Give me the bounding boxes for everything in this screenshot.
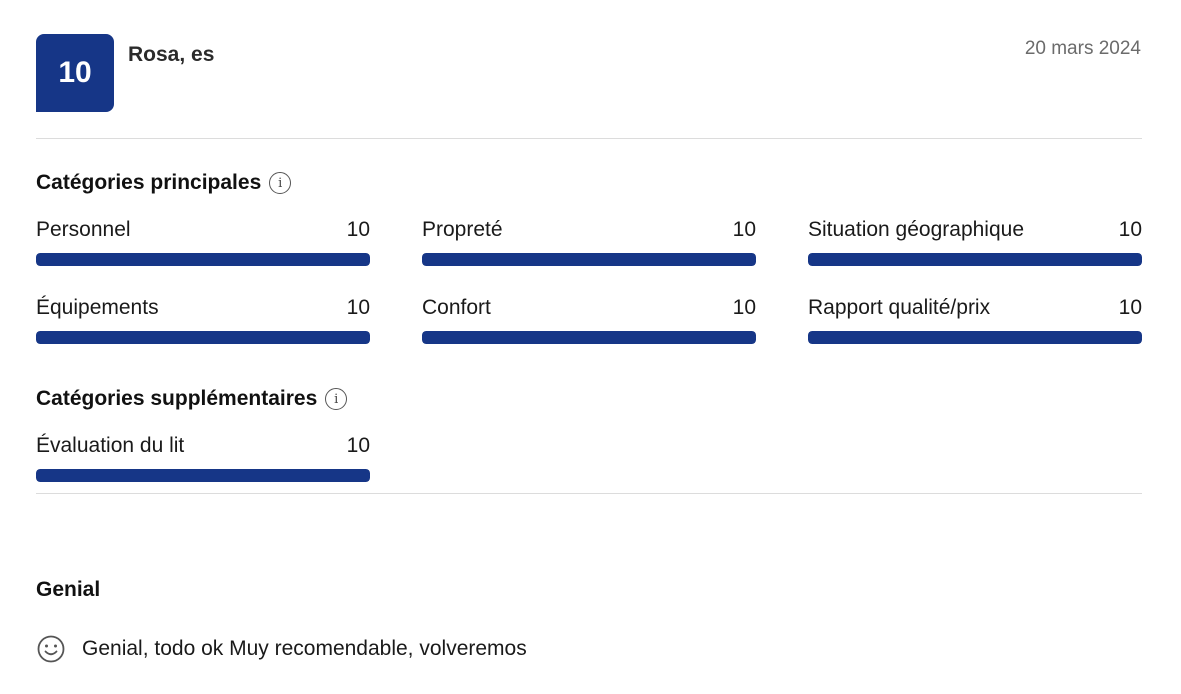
score-bar: [36, 331, 370, 344]
score-bar-fill: [808, 253, 1142, 266]
review-date: 20 mars 2024: [1024, 38, 1141, 59]
score-bar-fill: [422, 331, 756, 344]
main-categories-heading: Catégories principales i: [36, 171, 292, 195]
score-bar: [808, 253, 1142, 266]
category-proprete: Propreté 10: [422, 217, 756, 266]
category-rapport-qualite-prix: Rapport qualité/prix 10: [808, 295, 1142, 344]
score-bar-fill: [422, 253, 756, 266]
header-divider: [36, 138, 1142, 139]
category-score: 10: [732, 218, 756, 241]
score-bar-fill: [808, 331, 1142, 344]
score-bar: [36, 469, 370, 482]
category-score: 10: [346, 434, 370, 457]
category-label: Évaluation du lit: [36, 434, 185, 457]
category-score: 10: [346, 218, 370, 241]
score-bar-fill: [36, 469, 370, 482]
score-badge: 10: [36, 34, 114, 112]
positive-comment: Genial, todo ok Muy recomendable, volver…: [36, 634, 527, 664]
extra-categories-title: Catégories supplémentaires: [36, 387, 318, 410]
reviewer-name: Rosa, es: [128, 43, 215, 66]
category-confort: Confort 10: [422, 295, 756, 344]
score-bar: [422, 331, 756, 344]
category-personnel: Personnel 10: [36, 217, 370, 266]
category-label: Rapport qualité/prix: [808, 296, 991, 319]
category-score: 10: [346, 296, 370, 319]
smile-icon: [37, 635, 65, 663]
category-label: Situation géographique: [808, 218, 1025, 241]
category-label: Confort: [422, 296, 491, 319]
score-bar-fill: [36, 253, 370, 266]
category-equipements: Équipements 10: [36, 295, 370, 344]
category-label: Équipements: [36, 296, 159, 319]
score-bar-fill: [36, 331, 370, 344]
categories-divider: [36, 493, 1142, 494]
category-evaluation-lit: Évaluation du lit 10: [36, 433, 370, 482]
info-icon[interactable]: i: [325, 388, 348, 410]
category-label: Personnel: [36, 218, 131, 241]
score-bar: [808, 331, 1142, 344]
extra-categories-heading: Catégories supplémentaires i: [36, 387, 348, 411]
score-bar: [422, 253, 756, 266]
category-score: 10: [732, 296, 756, 319]
review-title: Genial: [36, 578, 101, 601]
category-score: 10: [1118, 218, 1142, 241]
category-label: Propreté: [422, 218, 503, 241]
category-situation: Situation géographique 10: [808, 217, 1142, 266]
review-card: 10 Rosa, es 20 mars 2024 Catégories prin…: [0, 0, 1181, 694]
main-categories-title: Catégories principales: [36, 171, 262, 194]
comment-text: Genial, todo ok Muy recomendable, volver…: [82, 637, 527, 660]
category-score: 10: [1118, 296, 1142, 319]
score-bar: [36, 253, 370, 266]
info-icon[interactable]: i: [269, 172, 292, 194]
